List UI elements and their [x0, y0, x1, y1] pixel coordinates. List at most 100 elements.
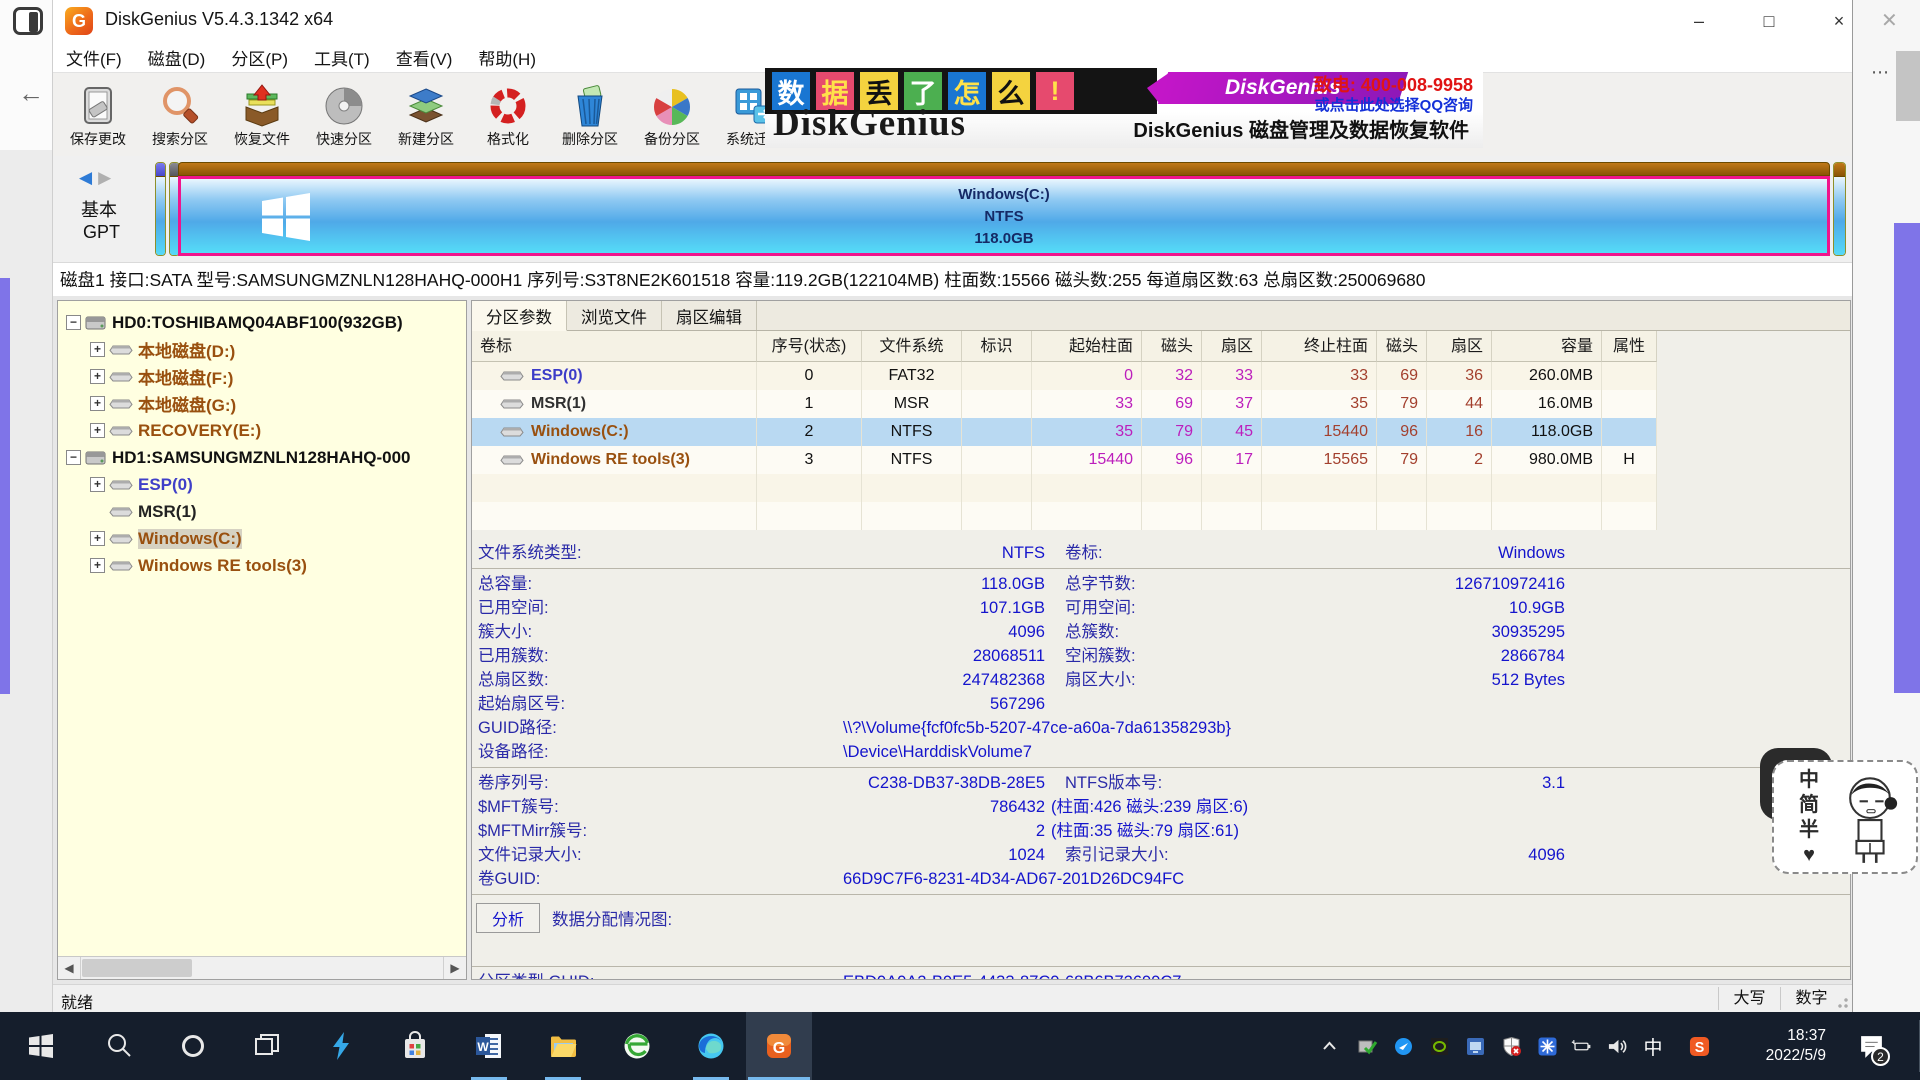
column-header-5[interactable]: 磁头	[1142, 331, 1202, 362]
cell-empty	[472, 502, 757, 530]
taskbar-word-icon[interactable]: W	[456, 1012, 522, 1080]
taskbar-task-view-icon[interactable]	[234, 1012, 300, 1080]
taskbar-ie-icon[interactable]	[604, 1012, 670, 1080]
tray-app-check-icon[interactable]	[1350, 1012, 1384, 1080]
tab-2[interactable]: 扇区编辑	[662, 301, 757, 330]
tree-item-1[interactable]: +本地磁盘(D:)	[58, 336, 466, 363]
column-header-4[interactable]: 起始柱面	[1032, 331, 1142, 362]
scroll-right-icon[interactable]: ▶	[443, 957, 466, 979]
toolbar-button-search-partition[interactable]: 搜索分区	[139, 73, 221, 157]
toolbar-button-quick-partition[interactable]: 快速分区	[303, 73, 385, 157]
tree-expander-icon[interactable]: +	[90, 531, 105, 546]
table-row-0[interactable]: ESP(0)0FAT3203233336936260.0MB	[472, 362, 1657, 390]
tree-expander-icon[interactable]: −	[66, 450, 81, 465]
toolbar-button-new-partition[interactable]: 新建分区	[385, 73, 467, 157]
next-disk-icon[interactable]: ▶	[98, 168, 111, 187]
tree-item-8[interactable]: +Windows(C:)	[58, 525, 466, 552]
menu-item-1[interactable]: 磁盘(D)	[135, 45, 219, 70]
column-header-11[interactable]: 属性	[1602, 331, 1657, 362]
tab-1[interactable]: 浏览文件	[567, 301, 662, 330]
partition-block-esp[interactable]	[155, 162, 166, 256]
tree-expander-icon[interactable]: +	[90, 423, 105, 438]
taskbar-start-icon[interactable]	[8, 1012, 74, 1080]
tree-item-4[interactable]: +RECOVERY(E:)	[58, 417, 466, 444]
tree-item-3[interactable]: +本地磁盘(G:)	[58, 390, 466, 417]
scroll-left-icon[interactable]: ◀	[58, 957, 81, 979]
prev-disk-icon[interactable]: ◀	[79, 168, 92, 187]
detail-value: 567296	[662, 692, 1045, 716]
cell: 16.0MB	[1492, 390, 1602, 418]
close-button[interactable]: ×	[1815, 0, 1863, 42]
tray-intel-icon[interactable]	[1458, 1012, 1492, 1080]
menu-item-5[interactable]: 帮助(H)	[465, 45, 549, 70]
column-header-9[interactable]: 扇区	[1427, 331, 1492, 362]
toolbar-button-format[interactable]: 格式化	[467, 73, 549, 157]
disk-nav-arrows[interactable]: ◀▶	[79, 168, 111, 188]
toolbar-button-recover-files[interactable]: 恢复文件	[221, 73, 303, 157]
column-header-10[interactable]: 容量	[1492, 331, 1602, 362]
taskbar-taskbar-search-icon[interactable]	[86, 1012, 152, 1080]
partition-block-windows-c[interactable]: Windows(C:) NTFS 118.0GB	[178, 162, 1830, 256]
tray-snowflake-icon[interactable]	[1530, 1012, 1564, 1080]
partition-block-re-tools[interactable]	[1833, 162, 1846, 256]
tray-ime-icon[interactable]: 中	[1636, 1012, 1670, 1080]
banner-qq-link[interactable]: 或点击此处选择QQ咨询	[1315, 94, 1473, 115]
tree-expander-icon[interactable]: +	[90, 477, 105, 492]
menu-item-2[interactable]: 分区(P)	[218, 45, 301, 70]
menu-item-0[interactable]: 文件(F)	[53, 45, 135, 70]
maximize-button[interactable]: □	[1745, 0, 1793, 42]
taskbar-edge-icon[interactable]	[678, 1012, 744, 1080]
tray-bird-icon[interactable]	[1386, 1012, 1420, 1080]
menu-item-4[interactable]: 查看(V)	[383, 45, 466, 70]
tree-item-6[interactable]: +ESP(0)	[58, 471, 466, 498]
column-header-3[interactable]: 标识	[962, 331, 1032, 362]
tab-0[interactable]: 分区参数	[472, 301, 567, 331]
column-header-1[interactable]: 序号(状态)	[757, 331, 862, 362]
column-header-8[interactable]: 磁头	[1377, 331, 1427, 362]
cell-empty	[1032, 502, 1142, 530]
tray-power-icon[interactable]	[1564, 1012, 1598, 1080]
tree-item-7[interactable]: MSR(1)	[58, 498, 466, 525]
scrollbar-thumb[interactable]	[82, 959, 192, 977]
table-row-2[interactable]: Windows(C:)2NTFS357945154409616118.0GB	[472, 418, 1657, 446]
tree-expander-icon[interactable]: −	[66, 315, 81, 330]
menu-item-3[interactable]: 工具(T)	[301, 45, 383, 70]
tree-item-5[interactable]: −HD1:SAMSUNGMZNLN128HAHQ-000	[58, 444, 466, 471]
toolbar-button-backup-partition[interactable]: 备份分区	[631, 73, 713, 157]
tree-expander-icon[interactable]: +	[90, 558, 105, 573]
taskbar-diskgenius-icon[interactable]: G	[746, 1012, 812, 1080]
taskbar-cortana-icon[interactable]	[160, 1012, 226, 1080]
tray-chevron-icon[interactable]	[1312, 1012, 1346, 1080]
taskbar-store-icon[interactable]	[382, 1012, 448, 1080]
column-header-6[interactable]: 扇区	[1202, 331, 1262, 362]
column-header-0[interactable]: 卷标	[472, 331, 757, 362]
table-row-1[interactable]: MSR(1)1MSR33693735794416.0MB	[472, 390, 1657, 418]
tree-item-2[interactable]: +本地磁盘(F:)	[58, 363, 466, 390]
tree-item-0[interactable]: −HD0:TOSHIBAMQ04ABF100(932GB)	[58, 309, 466, 336]
analyze-button[interactable]: 分析	[476, 903, 540, 933]
tray-sogou-icon[interactable]: S	[1682, 1012, 1716, 1080]
tree-expander-icon[interactable]: +	[90, 342, 105, 357]
notification-center-button[interactable]: 2	[1848, 1012, 1894, 1080]
taskbar-clock[interactable]: 18:37 2022/5/9	[1738, 1012, 1826, 1080]
tree-expander-icon[interactable]: +	[90, 369, 105, 384]
column-header-7[interactable]: 终止柱面	[1262, 331, 1377, 362]
table-row-3[interactable]: Windows RE tools(3)3NTFS1544096171556579…	[472, 446, 1657, 474]
toolbar-button-delete-partition[interactable]: 删除分区	[549, 73, 631, 157]
tray-volume-icon[interactable]	[1600, 1012, 1634, 1080]
tray-nvidia-icon[interactable]	[1422, 1012, 1456, 1080]
tray-security-icon[interactable]	[1494, 1012, 1528, 1080]
toolbar-button-save-changes[interactable]: 保存更改	[57, 73, 139, 157]
tree-horizontal-scrollbar[interactable]: ◀ ▶	[58, 956, 466, 979]
banner-ad[interactable]: 数据丢了怎么! DiskGenius DiskGenius 致电: 400-00…	[765, 68, 1483, 148]
ime-status-widget[interactable]: 中简半♥	[1772, 760, 1918, 874]
tree-expander-icon[interactable]: +	[90, 396, 105, 411]
column-header-2[interactable]: 文件系统	[862, 331, 962, 362]
tree-item-9[interactable]: +Windows RE tools(3)	[58, 552, 466, 579]
back-arrow-icon[interactable]: ←	[18, 78, 44, 109]
flash-icon	[326, 1031, 356, 1061]
taskbar-flash-icon[interactable]	[308, 1012, 374, 1080]
taskbar-explorer-icon[interactable]	[530, 1012, 596, 1080]
resize-grip[interactable]	[1837, 997, 1849, 1009]
minimize-button[interactable]: –	[1675, 0, 1723, 42]
